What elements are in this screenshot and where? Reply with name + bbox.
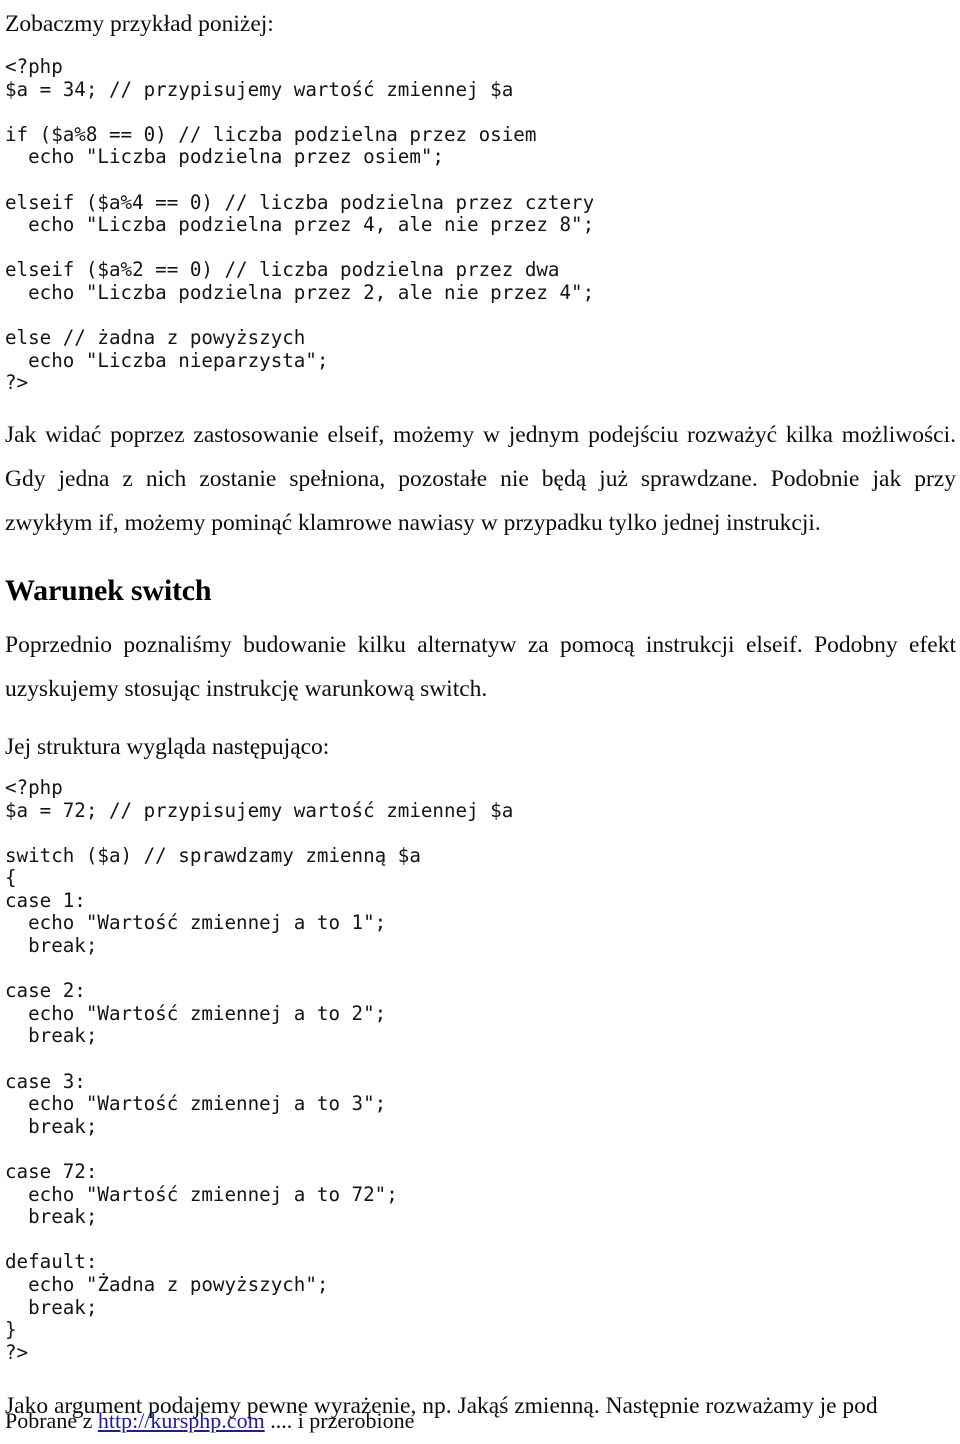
paragraph-switch-intro: Poprzednio poznaliśmy budowanie kilku al… xyxy=(5,631,956,702)
document-content: Zobaczmy przykład poniżej: <?php $a = 34… xyxy=(5,2,956,1428)
footer-prefix: Pobrane z xyxy=(5,1408,98,1433)
section-heading-warunek-switch: Warunek switch xyxy=(5,573,212,607)
intro-paragraph: Zobaczmy przykład poniżej: xyxy=(5,11,274,37)
footer-suffix: .... i przerobione xyxy=(264,1408,415,1433)
code-block-switch: <?php $a = 72; // przypisujemy wartość z… xyxy=(5,775,514,1364)
code-block-elseif: <?php $a = 34; // przypisujemy wartość z… xyxy=(5,55,595,395)
page-footer: Pobrane z http://kursphp.com .... i prze… xyxy=(5,1406,956,1436)
footer-source-link[interactable]: http://kursphp.com xyxy=(98,1408,265,1433)
paragraph-elseif-explanation: Jak widać poprzez zastosowanie elseif, m… xyxy=(5,421,956,536)
paragraph-structure-intro: Jej struktura wygląda następująco: xyxy=(5,733,330,760)
document-page: Zobaczmy przykład poniżej: <?php $a = 34… xyxy=(0,0,960,1444)
